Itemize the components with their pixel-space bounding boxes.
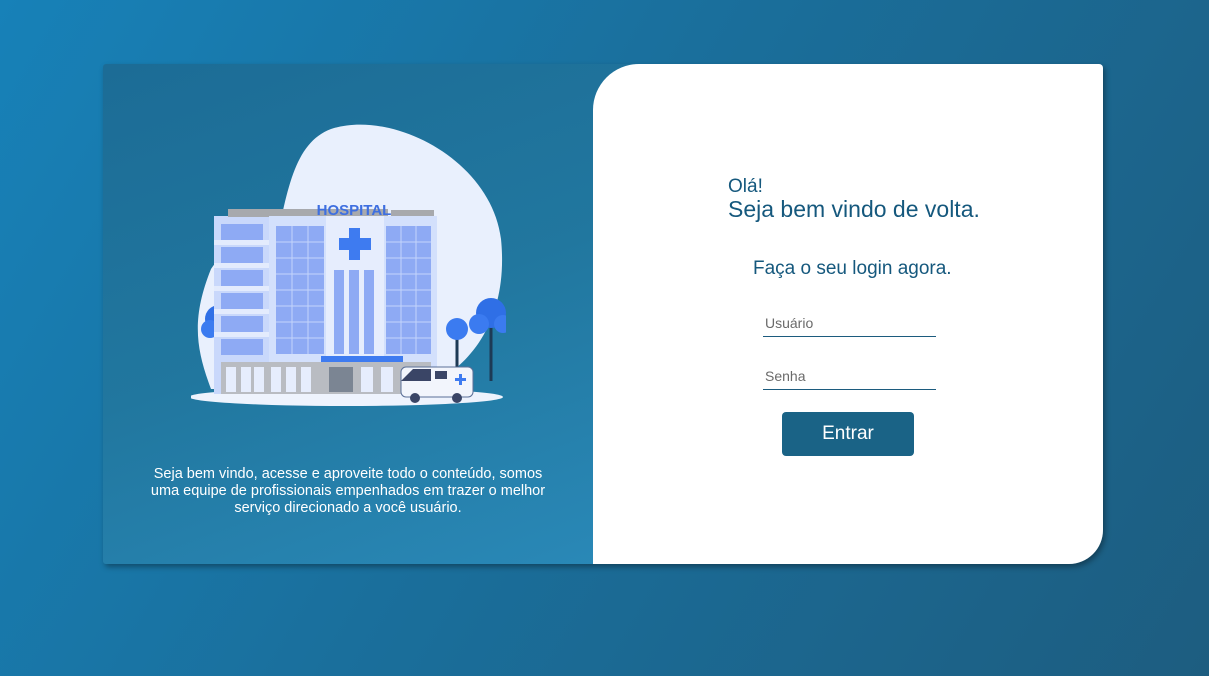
- hospital-sign: HOSPITAL: [317, 202, 392, 219]
- greeting-welcome-back: Seja bem vindo de volta.: [728, 196, 980, 222]
- login-card: HOSPITAL Seja bem vindo, acesse e aprove…: [103, 64, 1103, 564]
- greeting: Olá! Seja bem vindo de volta.: [728, 177, 980, 222]
- username-input[interactable]: [763, 310, 936, 337]
- login-panel: Olá! Seja bem vindo de volta. Faça o seu…: [593, 64, 1103, 564]
- password-input[interactable]: [763, 363, 936, 390]
- login-button[interactable]: Entrar: [782, 412, 914, 456]
- welcome-description: Seja bem vindo, acesse e aproveite todo …: [150, 466, 546, 516]
- welcome-panel: HOSPITAL Seja bem vindo, acesse e aprove…: [103, 64, 643, 564]
- login-title: Faça o seu login agora.: [753, 258, 952, 279]
- greeting-hello: Olá!: [728, 176, 763, 197]
- hospital-illustration: HOSPITAL: [191, 124, 506, 406]
